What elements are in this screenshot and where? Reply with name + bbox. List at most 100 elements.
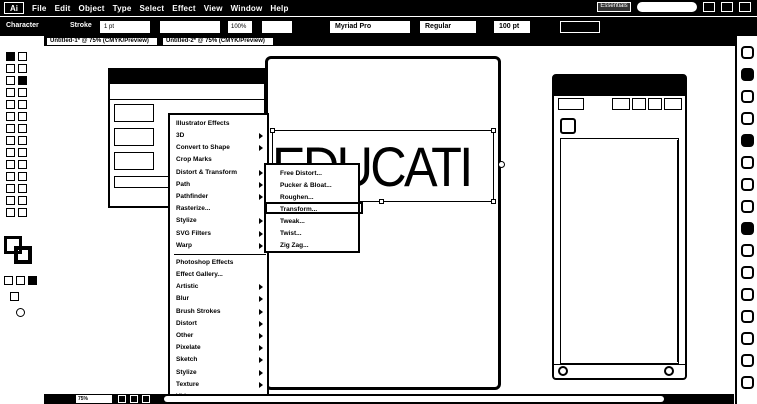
gradient-tool-icon[interactable] bbox=[18, 160, 27, 169]
stroke-weight-field[interactable]: 1 pt bbox=[100, 21, 150, 33]
swatches-panel-icon[interactable] bbox=[741, 68, 754, 81]
menu-item-path[interactable]: Path bbox=[176, 181, 190, 189]
maximize-button[interactable] bbox=[721, 2, 733, 12]
panel-tab[interactable] bbox=[558, 98, 584, 110]
blob-brush-tool-icon[interactable] bbox=[6, 112, 15, 121]
tab-untitled-2[interactable]: Untitled-2* @ 75% (CMYK/Preview) bbox=[162, 37, 274, 46]
symbols-panel-icon[interactable] bbox=[741, 112, 754, 125]
font-family-field[interactable]: Myriad Pro bbox=[330, 21, 410, 33]
style-dropdown[interactable] bbox=[262, 21, 292, 33]
rectangle-tool-icon[interactable] bbox=[18, 88, 27, 97]
paintbrush-tool-icon[interactable] bbox=[6, 100, 15, 109]
menu-item-rasterize[interactable]: Rasterize... bbox=[176, 205, 210, 213]
menu-help[interactable]: Help bbox=[270, 4, 288, 13]
submenu-item-tweak[interactable]: Tweak... bbox=[280, 218, 305, 226]
close-button[interactable] bbox=[739, 2, 751, 12]
pen-tool-icon[interactable] bbox=[6, 76, 15, 85]
hand-tool-icon[interactable] bbox=[6, 208, 15, 217]
panel-row[interactable] bbox=[114, 128, 154, 146]
stroke-panel-icon[interactable] bbox=[741, 134, 754, 147]
lasso-tool-icon[interactable] bbox=[18, 64, 27, 73]
align-panel-icon[interactable] bbox=[741, 288, 754, 301]
workspace-switcher[interactable]: Essentials bbox=[597, 2, 631, 12]
artboard-number-field[interactable] bbox=[142, 395, 150, 403]
stroke-swatch-icon[interactable] bbox=[14, 246, 32, 264]
opacity-field[interactable]: 100% bbox=[228, 21, 252, 33]
gradient-panel-icon[interactable] bbox=[741, 156, 754, 169]
search-input[interactable] bbox=[637, 2, 697, 12]
prev-artboard-button[interactable] bbox=[118, 395, 126, 403]
swatch-icon[interactable] bbox=[560, 118, 576, 134]
color-panel-icon[interactable] bbox=[741, 46, 754, 59]
character-panel-icon[interactable] bbox=[741, 354, 754, 367]
screen-mode-icon[interactable] bbox=[16, 308, 25, 317]
shape-builder-tool-icon[interactable] bbox=[6, 148, 15, 157]
submenu-item-roughen[interactable]: Roughen... bbox=[280, 194, 314, 202]
gradient-mode-icon[interactable] bbox=[16, 276, 25, 285]
transform-panel-icon[interactable] bbox=[741, 332, 754, 345]
panel-row[interactable] bbox=[114, 104, 154, 122]
menu-effect[interactable]: Effect bbox=[172, 4, 195, 13]
menu-item-3d[interactable]: 3D bbox=[176, 132, 184, 140]
pencil-tool-icon[interactable] bbox=[18, 100, 27, 109]
pathfinder-panel-icon[interactable] bbox=[741, 310, 754, 323]
zoom-field[interactable]: 75% bbox=[76, 395, 112, 403]
panel-tool-button[interactable] bbox=[632, 98, 646, 110]
bbox-handle[interactable] bbox=[379, 199, 384, 204]
submenu-item-pucker-bloat[interactable]: Pucker & Bloat... bbox=[280, 182, 332, 190]
paragraph-controls[interactable] bbox=[560, 21, 600, 33]
panel-footer-knob[interactable] bbox=[558, 366, 568, 376]
menu-item-convert-to-shape[interactable]: Convert to Shape bbox=[176, 144, 230, 152]
perspective-grid-tool-icon[interactable] bbox=[18, 148, 27, 157]
layers-panel-icon[interactable] bbox=[741, 244, 754, 257]
font-size-field[interactable]: 100 pt bbox=[494, 21, 530, 33]
menu-item-pixelate[interactable]: Pixelate bbox=[176, 344, 201, 352]
eyedropper-tool-icon[interactable] bbox=[6, 172, 15, 181]
minimize-button[interactable] bbox=[703, 2, 715, 12]
menu-object[interactable]: Object bbox=[79, 4, 105, 13]
panel-tool-button[interactable] bbox=[612, 98, 630, 110]
menu-item-svg-filters[interactable]: SVG Filters bbox=[176, 230, 211, 238]
panel-scrollbar[interactable] bbox=[677, 140, 683, 362]
mesh-tool-icon[interactable] bbox=[6, 160, 15, 169]
rotate-tool-icon[interactable] bbox=[6, 124, 15, 133]
panel-footer-knob[interactable] bbox=[664, 366, 674, 376]
draw-mode-icon[interactable] bbox=[10, 292, 19, 301]
transparency-panel-icon[interactable] bbox=[741, 178, 754, 191]
menu-select[interactable]: Select bbox=[140, 4, 165, 13]
slice-tool-icon[interactable] bbox=[18, 196, 27, 205]
menu-item-texture[interactable]: Texture bbox=[176, 381, 199, 389]
panel-row[interactable] bbox=[114, 152, 154, 170]
menu-item-warp[interactable]: Warp bbox=[176, 242, 192, 250]
text-out-port-handle[interactable] bbox=[498, 161, 505, 168]
type-tool-icon[interactable] bbox=[18, 76, 27, 85]
graphic-styles-panel-icon[interactable] bbox=[741, 222, 754, 235]
menu-item-sketch[interactable]: Sketch bbox=[176, 356, 197, 364]
panel-header[interactable] bbox=[554, 76, 685, 96]
menu-item-distort[interactable]: Distort bbox=[176, 320, 197, 328]
scale-tool-icon[interactable] bbox=[18, 124, 27, 133]
horizontal-scrollbar[interactable] bbox=[164, 396, 664, 402]
submenu-item-free-distort[interactable]: Free Distort... bbox=[280, 170, 322, 178]
eraser-tool-icon[interactable] bbox=[18, 112, 27, 121]
menu-file[interactable]: File bbox=[32, 4, 47, 13]
width-tool-icon[interactable] bbox=[6, 136, 15, 145]
bbox-handle[interactable] bbox=[491, 199, 496, 204]
paragraph-panel-icon[interactable] bbox=[741, 376, 754, 389]
menu-item-pathfinder[interactable]: Pathfinder bbox=[176, 193, 208, 201]
panel-tool-button[interactable] bbox=[648, 98, 662, 110]
bbox-handle[interactable] bbox=[491, 128, 496, 133]
submenu-item-twist[interactable]: Twist... bbox=[280, 230, 302, 238]
none-mode-icon[interactable] bbox=[28, 276, 37, 285]
menu-item-stylize[interactable]: Stylize bbox=[176, 369, 197, 377]
zoom-tool-icon[interactable] bbox=[18, 208, 27, 217]
submenu-item-zig-zag[interactable]: Zig Zag... bbox=[280, 242, 309, 250]
menu-item-distort-transform[interactable]: Distort & Transform bbox=[176, 169, 237, 177]
menu-view[interactable]: View bbox=[204, 4, 223, 13]
menu-item-stylize[interactable]: Stylize bbox=[176, 217, 197, 225]
direct-selection-tool-icon[interactable] bbox=[18, 52, 27, 61]
menu-item-brush-strokes[interactable]: Brush Strokes bbox=[176, 308, 220, 316]
menu-item-other[interactable]: Other bbox=[176, 332, 193, 340]
selection-tool-icon[interactable] bbox=[6, 52, 15, 61]
panel-header[interactable] bbox=[110, 70, 264, 84]
